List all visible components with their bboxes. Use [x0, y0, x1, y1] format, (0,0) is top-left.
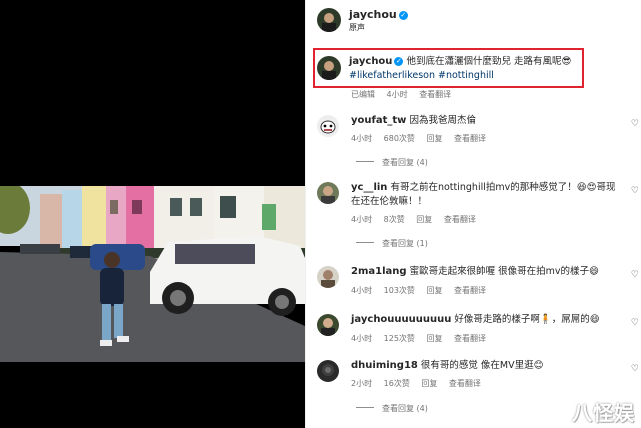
heart-icon[interactable]: ♡: [631, 186, 639, 196]
comment-username[interactable]: 2ma1lang: [351, 266, 407, 277]
post-photo: [0, 186, 305, 362]
author-avatar[interactable]: [317, 8, 341, 32]
watermark: 八怪娱: [572, 401, 635, 425]
heart-icon[interactable]: ♡: [631, 318, 639, 328]
comment-translate-link[interactable]: 查看翻译: [449, 379, 481, 388]
view-replies-label: 查看回复 (4): [382, 404, 428, 413]
comment-reply-button[interactable]: 回复: [426, 286, 442, 295]
comment-translate-link[interactable]: 查看翻译: [454, 334, 486, 343]
comment-meta: 4小时 680次赞 回复 查看翻译: [351, 133, 495, 144]
comment-body: dhuiming18 很有哥的感觉 像在MV里逛😊: [351, 359, 621, 373]
comment-reply-button[interactable]: 回复: [426, 334, 442, 343]
comment-reply-button[interactable]: 回复: [421, 379, 437, 388]
comment-text: 很有哥的感觉 像在MV里逛😊: [420, 360, 544, 371]
heart-icon[interactable]: ♡: [631, 364, 639, 374]
comment-time[interactable]: 4小时: [351, 286, 372, 295]
author-username[interactable]: jaychou: [349, 8, 397, 21]
caption-time[interactable]: 4小时: [387, 90, 408, 99]
comment-meta: 2小时 16次赞 回复 查看翻译: [351, 378, 490, 389]
comment-username[interactable]: dhuiming18: [351, 360, 418, 371]
caption-meta: 已编辑 4小时 查看翻译: [351, 89, 460, 100]
comment-text: 有哥之前在nottinghill拍mv的那种感觉了！😆😍哥现在还在伦敦嘛！！: [351, 182, 616, 207]
view-replies-button[interactable]: 查看回复 (4): [356, 403, 428, 414]
comment-translate-link[interactable]: 查看翻译: [454, 134, 486, 143]
comment-text: 好像哥走路的樣子啊🧍，屌屌的😄: [454, 314, 600, 325]
audio-label[interactable]: 原声: [349, 22, 365, 33]
view-replies-button[interactable]: 查看回复 (4): [356, 157, 428, 168]
caption-edited-label: 已编辑: [351, 90, 375, 99]
comment-body: 2ma1lang 蜜歐哥走起來很帥喔 很像哥在拍mv的樣子😄: [351, 265, 621, 279]
comment-likes[interactable]: 8次赞: [384, 215, 405, 224]
replies-divider: [356, 161, 374, 162]
comment-text: 因為我爸周杰倫: [409, 115, 476, 126]
comment-time[interactable]: 4小时: [351, 134, 372, 143]
view-replies-button[interactable]: 查看回复 (1): [356, 238, 428, 249]
comment-avatar[interactable]: [317, 360, 339, 382]
comment-meta: 4小时 8次赞 回复 查看翻译: [351, 214, 485, 225]
comment-text: 蜜歐哥走起來很帥喔 很像哥在拍mv的樣子😄: [409, 266, 599, 277]
comment-body: jaychouuuuuuuuu 好像哥走路的樣子啊🧍，屌屌的😄: [351, 313, 621, 327]
comment-body: yc__lin 有哥之前在nottinghill拍mv的那种感觉了！😆😍哥现在还…: [351, 181, 621, 209]
view-replies-label: 查看回复 (1): [382, 239, 428, 248]
caption-translate-link[interactable]: 查看翻译: [419, 90, 451, 99]
instagram-post-view: jaychou ✓ 原声 jaychou ✓ 他到底在瀟灑個什麼勁兒 走路有風呢😎 …: [0, 0, 641, 428]
comment-body: youfat_tw 因為我爸周杰倫: [351, 114, 621, 128]
comment-translate-link[interactable]: 查看翻译: [454, 286, 486, 295]
comment-avatar[interactable]: [317, 314, 339, 336]
comment-likes[interactable]: 680次赞: [384, 134, 415, 143]
heart-icon[interactable]: ♡: [631, 119, 639, 129]
replies-divider: [356, 242, 374, 243]
comment-time[interactable]: 4小时: [351, 334, 372, 343]
comment-time[interactable]: 2小时: [351, 379, 372, 388]
post-media[interactable]: [0, 0, 305, 428]
comment-likes[interactable]: 125次赞: [384, 334, 415, 343]
comment-avatar[interactable]: [317, 182, 339, 204]
comment-likes[interactable]: 103次赞: [384, 286, 415, 295]
comment-time[interactable]: 4小时: [351, 215, 372, 224]
comment-avatar[interactable]: [317, 115, 339, 137]
view-replies-label: 查看回复 (4): [382, 158, 428, 167]
comment-reply-button[interactable]: 回复: [426, 134, 442, 143]
comment-likes[interactable]: 16次赞: [384, 379, 410, 388]
comment-username[interactable]: yc__lin: [351, 182, 387, 193]
comment-meta: 4小时 103次赞 回复 查看翻译: [351, 285, 495, 296]
comment-translate-link[interactable]: 查看翻译: [444, 215, 476, 224]
comment-avatar[interactable]: [317, 266, 339, 288]
comment-username[interactable]: jaychouuuuuuuuu: [351, 314, 451, 325]
comment-username[interactable]: youfat_tw: [351, 115, 406, 126]
comment-meta: 4小时 125次赞 回复 查看翻译: [351, 333, 495, 344]
verified-badge-icon: ✓: [398, 11, 408, 20]
heart-icon[interactable]: ♡: [631, 270, 639, 280]
replies-divider: [356, 407, 374, 408]
caption-highlight-box: [313, 48, 584, 88]
comment-reply-button[interactable]: 回复: [416, 215, 432, 224]
